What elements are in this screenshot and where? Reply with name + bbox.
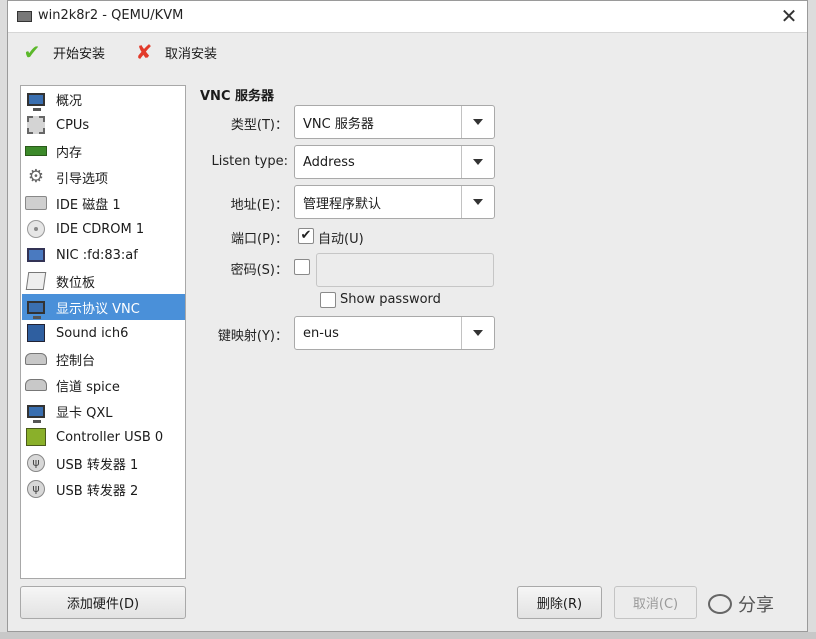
cdrom-icon [25, 219, 47, 239]
cancel-install-label: 取消安装 [165, 46, 218, 62]
add-hardware-button[interactable]: 添加硬件(D) [20, 586, 186, 619]
type-label: 类型(T)： [230, 118, 288, 133]
window-title: win2k8r2 - QEMU/KVM [38, 8, 184, 23]
network-icon [25, 245, 47, 265]
watermark-text: 分享 [738, 595, 774, 616]
sidebar-item-label: 引导选项 [56, 171, 109, 187]
cancel-install-button[interactable]: ✘ 取消安装 [133, 39, 217, 65]
keymap-select[interactable]: en-us [294, 316, 495, 350]
chevron-down-icon [461, 146, 494, 178]
address-label: 地址(E)： [230, 198, 288, 213]
sidebar-item-usb-redirector-2[interactable]: ψ USB 转发器 2 [22, 476, 185, 502]
monitor-icon [25, 89, 47, 111]
port-auto-checkbox[interactable]: ✔ [298, 228, 314, 244]
sidebar-item-channel-spice[interactable]: 信道 spice [22, 372, 185, 398]
sidebar-item-label: 概况 [56, 93, 83, 109]
password-input[interactable] [316, 253, 494, 287]
start-install-button[interactable]: ✔ 开始安装 [21, 39, 105, 65]
listen-type-label: Listen type: [211, 154, 288, 169]
wechat-icon [708, 594, 732, 614]
port-auto-label: 自动(U) [318, 232, 364, 247]
sidebar-item-ide-cdrom[interactable]: IDE CDROM 1 [22, 216, 185, 242]
chevron-down-icon [461, 186, 494, 218]
sidebar-item-display-vnc[interactable]: 显示协议 VNC [22, 294, 185, 320]
sidebar-item-cpus[interactable]: CPUs [22, 112, 185, 138]
hardware-list: 概况 CPUs 内存 ⚙ 引导选项 IDE 磁盘 1 IDE CDROM 1 N… [20, 85, 186, 579]
watermark: 分享 [708, 590, 808, 618]
remove-button[interactable]: 删除(R) [517, 586, 602, 619]
video-card-icon [25, 401, 47, 423]
sidebar-item-boot-options[interactable]: ⚙ 引导选项 [22, 164, 185, 190]
channel-icon [25, 375, 47, 395]
title-bar: win2k8r2 - QEMU/KVM ✕ [8, 1, 807, 33]
sidebar-item-usb-controller[interactable]: Controller USB 0 [22, 424, 185, 450]
port-label: 端口(P)： [231, 232, 288, 247]
show-password-checkbox[interactable] [320, 292, 336, 308]
listen-type-value: Address [303, 154, 355, 170]
desktop-strip [0, 632, 816, 639]
address-value: 管理程序默认 [303, 196, 382, 212]
sidebar-item-label: Controller USB 0 [56, 429, 164, 445]
keymap-value: en-us [303, 325, 339, 341]
checkmark-icon: ✔ [23, 40, 41, 64]
close-icon[interactable]: ✕ [777, 5, 801, 27]
sidebar-item-label: NIC :fd:83:af [56, 247, 138, 263]
sidebar-item-label: IDE 磁盘 1 [56, 197, 121, 213]
type-value: VNC 服务器 [303, 116, 374, 132]
sidebar-item-label: Sound ich6 [56, 325, 129, 341]
sound-icon [25, 323, 47, 343]
sidebar-item-sound[interactable]: Sound ich6 [22, 320, 185, 346]
usb-icon: ψ [25, 453, 47, 473]
keymap-label: 键映射(Y)： [217, 329, 288, 344]
password-checkbox[interactable] [294, 259, 310, 275]
sidebar-item-label: 内存 [56, 145, 83, 161]
memory-icon [25, 141, 47, 161]
sidebar-item-label: 控制台 [56, 353, 96, 369]
sidebar-item-label: USB 转发器 1 [56, 457, 139, 473]
sidebar-item-video-qxl[interactable]: 显卡 QXL [22, 398, 185, 424]
vm-icon [17, 11, 32, 22]
display-icon [25, 297, 47, 319]
toolbar: ✔ 开始安装 ✘ 取消安装 [8, 33, 807, 69]
sidebar-item-console[interactable]: 控制台 [22, 346, 185, 372]
sidebar-item-usb-redirector-1[interactable]: ψ USB 转发器 1 [22, 450, 185, 476]
sidebar-item-label: 显示协议 VNC [56, 301, 140, 317]
sidebar-item-overview[interactable]: 概况 [22, 86, 185, 112]
listen-type-select[interactable]: Address [294, 145, 495, 179]
section-title: VNC 服务器 [200, 89, 275, 104]
show-password-label: Show password [340, 292, 441, 307]
start-install-label: 开始安装 [53, 46, 106, 62]
address-select[interactable]: 管理程序默认 [294, 185, 495, 219]
sidebar-item-memory[interactable]: 内存 [22, 138, 185, 164]
sidebar-item-label: 数位板 [56, 275, 96, 291]
disk-icon [25, 193, 47, 213]
usb-icon: ψ [25, 479, 47, 499]
cpu-icon [25, 115, 47, 135]
usb-controller-icon [25, 427, 47, 447]
cross-icon: ✘ [135, 40, 153, 64]
cancel-button[interactable]: 取消(C) [614, 586, 697, 619]
sidebar-item-ide-disk[interactable]: IDE 磁盘 1 [22, 190, 185, 216]
password-label: 密码(S)： [230, 263, 288, 278]
sidebar-item-nic[interactable]: NIC :fd:83:af [22, 242, 185, 268]
tablet-icon [25, 271, 47, 291]
sidebar-item-label: 显卡 QXL [56, 405, 113, 421]
type-select[interactable]: VNC 服务器 [294, 105, 495, 139]
sidebar-item-label: USB 转发器 2 [56, 483, 139, 499]
sidebar-item-label: CPUs [56, 117, 90, 133]
boot-options-icon: ⚙ [27, 166, 45, 187]
sidebar-item-tablet[interactable]: 数位板 [22, 268, 185, 294]
qemu-kvm-window: win2k8r2 - QEMU/KVM ✕ ✔ 开始安装 ✘ 取消安装 概况 C… [7, 0, 808, 632]
sidebar-item-label: 信道 spice [56, 379, 120, 395]
sidebar-item-label: IDE CDROM 1 [56, 221, 145, 237]
chevron-down-icon [461, 317, 494, 349]
chevron-down-icon [461, 106, 494, 138]
console-icon [25, 349, 47, 369]
